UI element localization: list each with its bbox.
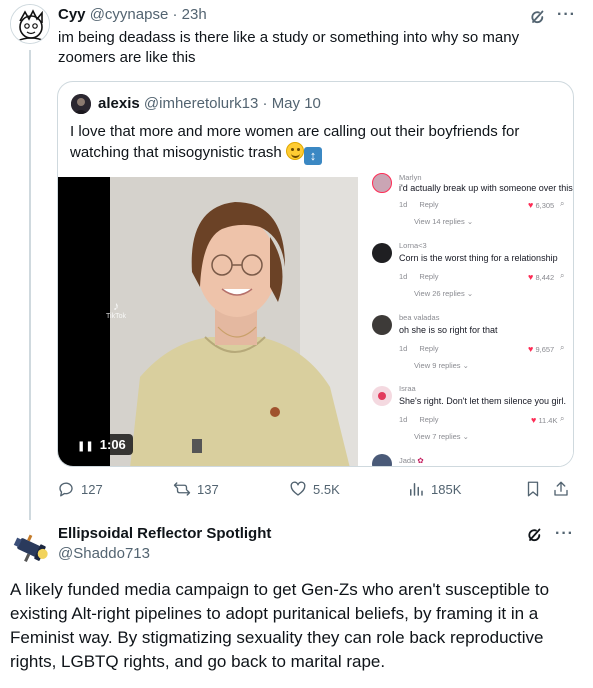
reply-button: Reply: [419, 272, 439, 281]
quoted-tweet[interactable]: alexis @imheretolurk13 · May 10 I love t…: [57, 81, 574, 467]
comment-text: oh she is so right for that: [399, 325, 498, 335]
grok-icon[interactable]: [525, 525, 545, 550]
comment-meta: 1d Reply: [399, 415, 439, 424]
bookmark-icon: [527, 481, 539, 497]
repost-button[interactable]: 137: [173, 480, 219, 498]
tiktok-icon: ♪: [112, 299, 119, 313]
avatar[interactable]: [10, 4, 50, 44]
like-count: 5.5K: [313, 481, 340, 497]
view-replies: View 26 replies ⌄: [414, 289, 474, 298]
comment-username: Israa: [399, 384, 416, 393]
quoted-date: May 10: [271, 95, 321, 112]
view-replies: View 14 replies ⌄: [414, 217, 474, 226]
heart-icon: ♥: [531, 415, 537, 425]
more-options-icon[interactable]: ···: [555, 525, 574, 543]
up-down-arrow-icon: ↕: [303, 147, 322, 165]
comment-likes: ♥ 6,305: [528, 200, 555, 210]
spotlight-icon: [10, 528, 50, 568]
timestamp[interactable]: 23h: [182, 6, 207, 23]
dislike-icon: ⌕: [560, 343, 565, 352]
comment-likes: ♥ 9,657: [528, 344, 555, 354]
reply-button: Reply: [419, 200, 439, 209]
views-button[interactable]: 185K: [407, 480, 461, 498]
video-frame: [110, 177, 358, 466]
comment-text: i'd actually break up with someone over …: [399, 183, 573, 193]
commenter-avatar: [372, 243, 392, 263]
quoted-avatar[interactable]: [71, 94, 91, 114]
tiktok-watermark: ♪ TikTok: [106, 299, 126, 320]
reply-icon: [59, 482, 73, 497]
reply-button: Reply: [419, 344, 439, 353]
video-media[interactable]: ♪ TikTok ❚❚ 1:06 Marlyn i'd actually brea…: [58, 173, 573, 466]
separator: ·: [262, 95, 268, 112]
more-options-icon[interactable]: ···: [557, 6, 576, 24]
view-replies: View 9 replies ⌄: [414, 361, 469, 370]
smiling-face-icon: [285, 142, 304, 160]
tweet-text: im being deadass is there like a study o…: [58, 29, 520, 66]
comment-likes: ♥ 8,442: [528, 272, 555, 282]
tweet-text: A likely funded media campaign to get Ge…: [10, 580, 550, 671]
heart-icon: ♥: [528, 272, 534, 282]
comment-meta: 1d Reply: [399, 344, 439, 353]
like-button[interactable]: 5.5K: [289, 480, 340, 498]
commenter-avatar: [372, 315, 392, 335]
dislike-icon: ⌕: [560, 199, 565, 208]
handle[interactable]: @Shaddo713: [58, 545, 150, 562]
heart-icon: ♥: [528, 344, 534, 354]
tiktok-label: TikTok: [106, 313, 126, 320]
comment-text: She's right. Don't let them silence you …: [399, 396, 567, 406]
comment-username: bea valadas: [399, 313, 440, 322]
bookmark-button[interactable]: [524, 480, 542, 498]
quoted-display-name: alexis: [98, 95, 140, 112]
avatar[interactable]: [10, 528, 50, 568]
video-player[interactable]: ♪ TikTok ❚❚ 1:06: [58, 177, 358, 466]
heart-outline-icon: [290, 481, 306, 496]
quoted-header: alexis @imheretolurk13 · May 10: [98, 95, 321, 112]
dislike-icon: ⌕: [560, 414, 565, 423]
display-name[interactable]: Ellipsoidal Reflector Spotlight: [58, 525, 271, 542]
commenter-avatar: [372, 173, 392, 193]
share-icon: [554, 481, 568, 496]
comment-meta: 1d Reply: [399, 272, 439, 281]
display-name[interactable]: Cyy: [58, 6, 86, 23]
views-chart-icon: [410, 483, 423, 496]
commenter-avatar: [372, 454, 392, 466]
separator: ·: [172, 6, 178, 23]
handle[interactable]: @cyynapse: [90, 6, 169, 23]
views-count: 185K: [431, 481, 462, 497]
video-duration: ❚❚ 1:06: [70, 434, 133, 455]
tweet-header: Cyy @cyynapse · 23h: [58, 6, 207, 23]
comment-username: Marlyn: [399, 173, 422, 182]
share-button[interactable]: [552, 480, 570, 498]
avatar-drawing-icon: [11, 5, 49, 43]
tweet-actions: 127 137 5.5K 185K: [57, 480, 577, 502]
view-replies: View 7 replies ⌄: [414, 432, 469, 441]
commenter-avatar: [372, 386, 392, 406]
reply-button: Reply: [419, 415, 439, 424]
comment-text: Corn is the worst thing for a relationsh…: [399, 253, 558, 263]
dislike-icon: ⌕: [560, 271, 565, 280]
tiktok-comments-panel: Marlyn i'd actually break up with someon…: [358, 173, 573, 466]
heart-icon: ♥: [528, 200, 534, 210]
comment-meta: 1d Reply: [399, 200, 439, 209]
comment-username: Jada ✿: [399, 456, 424, 465]
comment-username: Lorna<3: [399, 241, 427, 250]
repost-count: 137: [197, 481, 219, 497]
quoted-text: I love that more and more women are call…: [70, 121, 560, 165]
quoted-handle: @imheretolurk13: [143, 95, 259, 112]
comment-likes: ♥ 11.4K: [531, 415, 558, 425]
person-illustration-icon: [110, 177, 358, 466]
pause-icon[interactable]: ❚❚: [77, 441, 94, 452]
reply-button[interactable]: 127: [57, 480, 103, 498]
reply-count: 127: [81, 481, 103, 497]
thread-line: [29, 50, 31, 520]
repost-icon: [173, 482, 191, 496]
